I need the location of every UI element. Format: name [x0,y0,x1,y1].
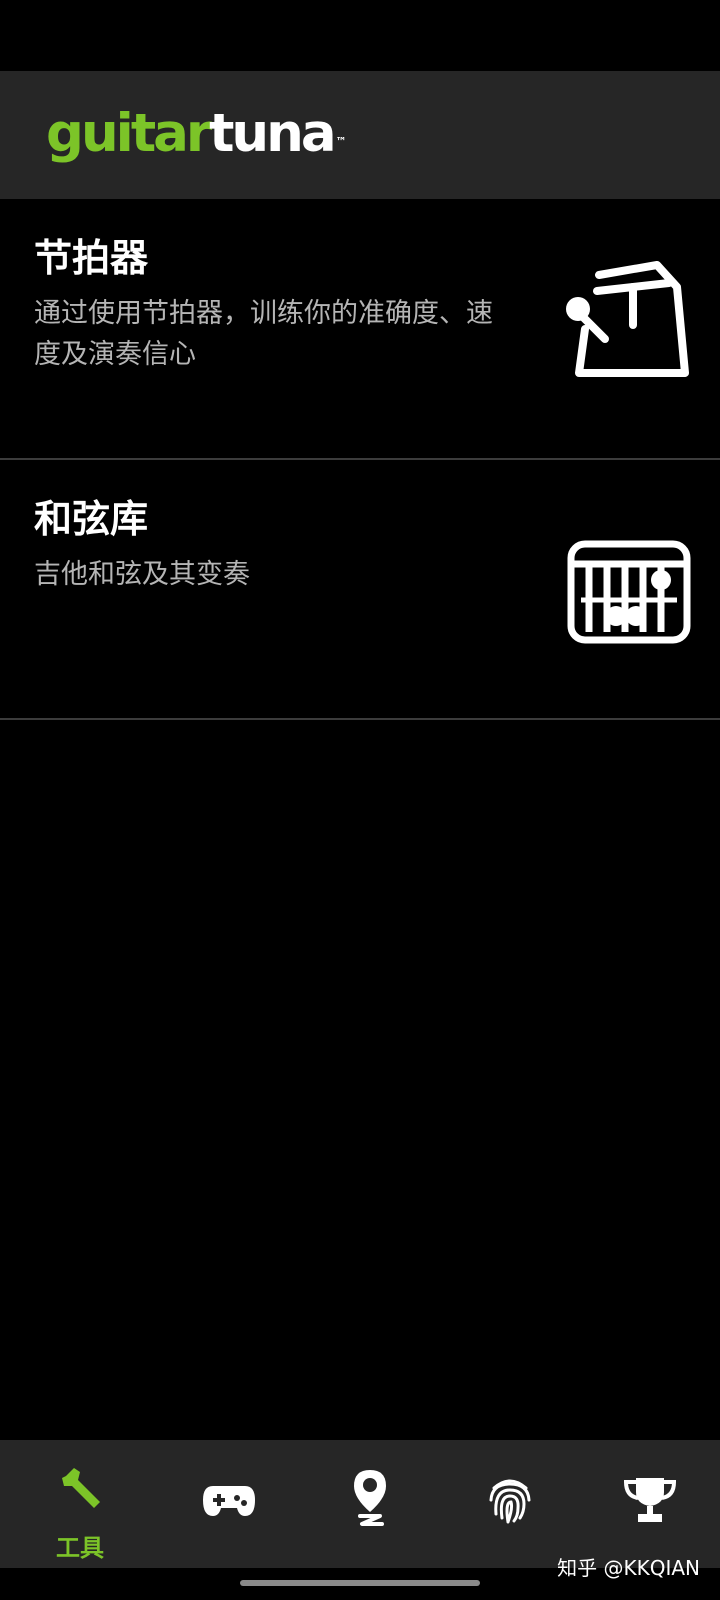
nav-item-map[interactable] [298,1440,442,1568]
tool-item-chord-library[interactable]: 和弦库 吉他和弦及其变奏 [0,460,720,720]
nav-item-games[interactable] [157,1440,301,1568]
trophy-icon [624,1478,676,1522]
tool-description: 通过使用节拍器，训练你的准确度、速度及演奏信心 [34,298,493,370]
app-header: guitartuna ™ [0,71,720,199]
nav-item-label: 工具 [56,1534,104,1562]
metronome-icon [566,261,689,377]
status-bar [0,0,720,71]
gesture-bar[interactable] [240,1580,480,1586]
bottom-navigation: 工具 [0,1440,720,1568]
wrench-icon [62,1468,100,1508]
guitartuna-logo: guitartuna ™ [46,103,347,164]
tool-item-metronome[interactable]: 节拍器 通过使用节拍器，训练你的准确度、速度及演奏信心 [0,199,720,459]
tool-description: 吉他和弦及其变奏 [34,559,250,590]
nav-item-achievements[interactable] [578,1440,720,1568]
fingerprint-icon [489,1479,531,1524]
location-pin-icon [354,1470,386,1526]
nav-item-tools[interactable]: 工具 [8,1440,152,1568]
nav-item-fingerprint[interactable] [438,1440,582,1568]
divider [0,718,720,720]
chord-library-icon [567,540,691,644]
gamepad-icon [203,1486,255,1516]
tool-title: 和弦库 [34,497,149,541]
tool-title: 节拍器 [34,236,149,280]
watermark: 知乎 @KKQIAN [557,1556,700,1580]
